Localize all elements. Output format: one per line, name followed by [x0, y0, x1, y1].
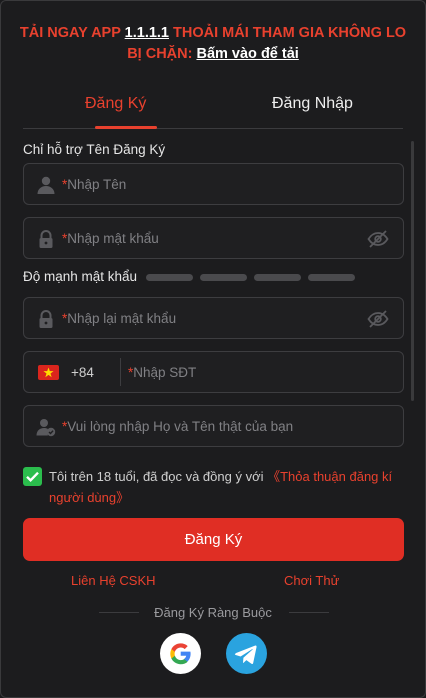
strength-bar-2 [200, 274, 247, 281]
bind-label: Đăng Ký Ràng Buộc [154, 605, 272, 620]
phone-field[interactable]: +84 *Nhập SĐT [23, 351, 404, 393]
password-field[interactable]: *Nhập mật khẩu [23, 217, 404, 259]
phone-divider [120, 358, 121, 386]
support-link[interactable]: Liên Hệ CSKH [71, 573, 156, 588]
demo-link[interactable]: Chơi Thử [284, 573, 339, 588]
strength-bar-4 [308, 274, 355, 281]
country-code[interactable]: +84 [71, 365, 94, 380]
agree-label: Tôi trên 18 tuổi, đã đọc và đồng ý với [49, 469, 268, 484]
realname-field[interactable]: *Vui lòng nhập Họ và Tên thật của bạn [23, 405, 404, 447]
google-button[interactable] [160, 633, 201, 674]
user-verified-icon [36, 417, 56, 437]
download-link[interactable]: Bấm vào để tải [196, 46, 298, 62]
eye-off-icon[interactable] [367, 309, 389, 329]
active-tab-indicator [95, 126, 157, 129]
tab-register[interactable]: Đăng Ký [85, 95, 146, 113]
confirm-password-placeholder: *Nhập lại mật khẩu [62, 311, 177, 326]
telegram-button[interactable] [226, 633, 267, 674]
telegram-icon [226, 645, 267, 678]
agree-text: Tôi trên 18 tuổi, đã đọc và đồng ý với 《… [49, 466, 405, 508]
register-panel: TẢI NGAY APP 1.1.1.1 THOẢI MÁI THAM GIA … [0, 0, 426, 698]
google-icon [160, 643, 201, 678]
lock-icon [36, 229, 56, 249]
password-placeholder: *Nhập mật khẩu [62, 231, 159, 246]
password-strength-label: Độ mạnh mật khẩu [23, 269, 138, 284]
strength-bar-1 [146, 274, 193, 281]
divider-right [289, 612, 329, 613]
phone-placeholder: *Nhập SĐT [128, 365, 197, 380]
username-field[interactable]: *Nhập Tên [23, 163, 404, 205]
confirm-password-field[interactable]: *Nhập lại mật khẩu [23, 297, 404, 339]
eye-off-icon[interactable] [367, 229, 389, 249]
strength-bar-3 [254, 274, 301, 281]
user-icon [36, 175, 56, 195]
register-button[interactable]: Đăng Ký [23, 518, 404, 561]
lock-icon [36, 309, 56, 329]
tab-login[interactable]: Đăng Nhập [272, 95, 353, 113]
username-hint: Chỉ hỗ trợ Tên Đăng Ký [23, 142, 166, 157]
vietnam-flag-icon[interactable] [38, 365, 59, 380]
auth-tabs: Đăng Ký Đăng Nhập [23, 87, 403, 129]
scrollbar[interactable] [411, 141, 414, 401]
banner-version: 1.1.1.1 [124, 25, 169, 41]
agree-checkbox[interactable] [23, 467, 42, 486]
download-banner: TẢI NGAY APP 1.1.1.1 THOẢI MÁI THAM GIA … [11, 23, 415, 65]
username-placeholder: *Nhập Tên [62, 177, 127, 192]
banner-prefix: TẢI NGAY APP [19, 25, 125, 41]
realname-placeholder: *Vui lòng nhập Họ và Tên thật của bạn [62, 419, 294, 434]
